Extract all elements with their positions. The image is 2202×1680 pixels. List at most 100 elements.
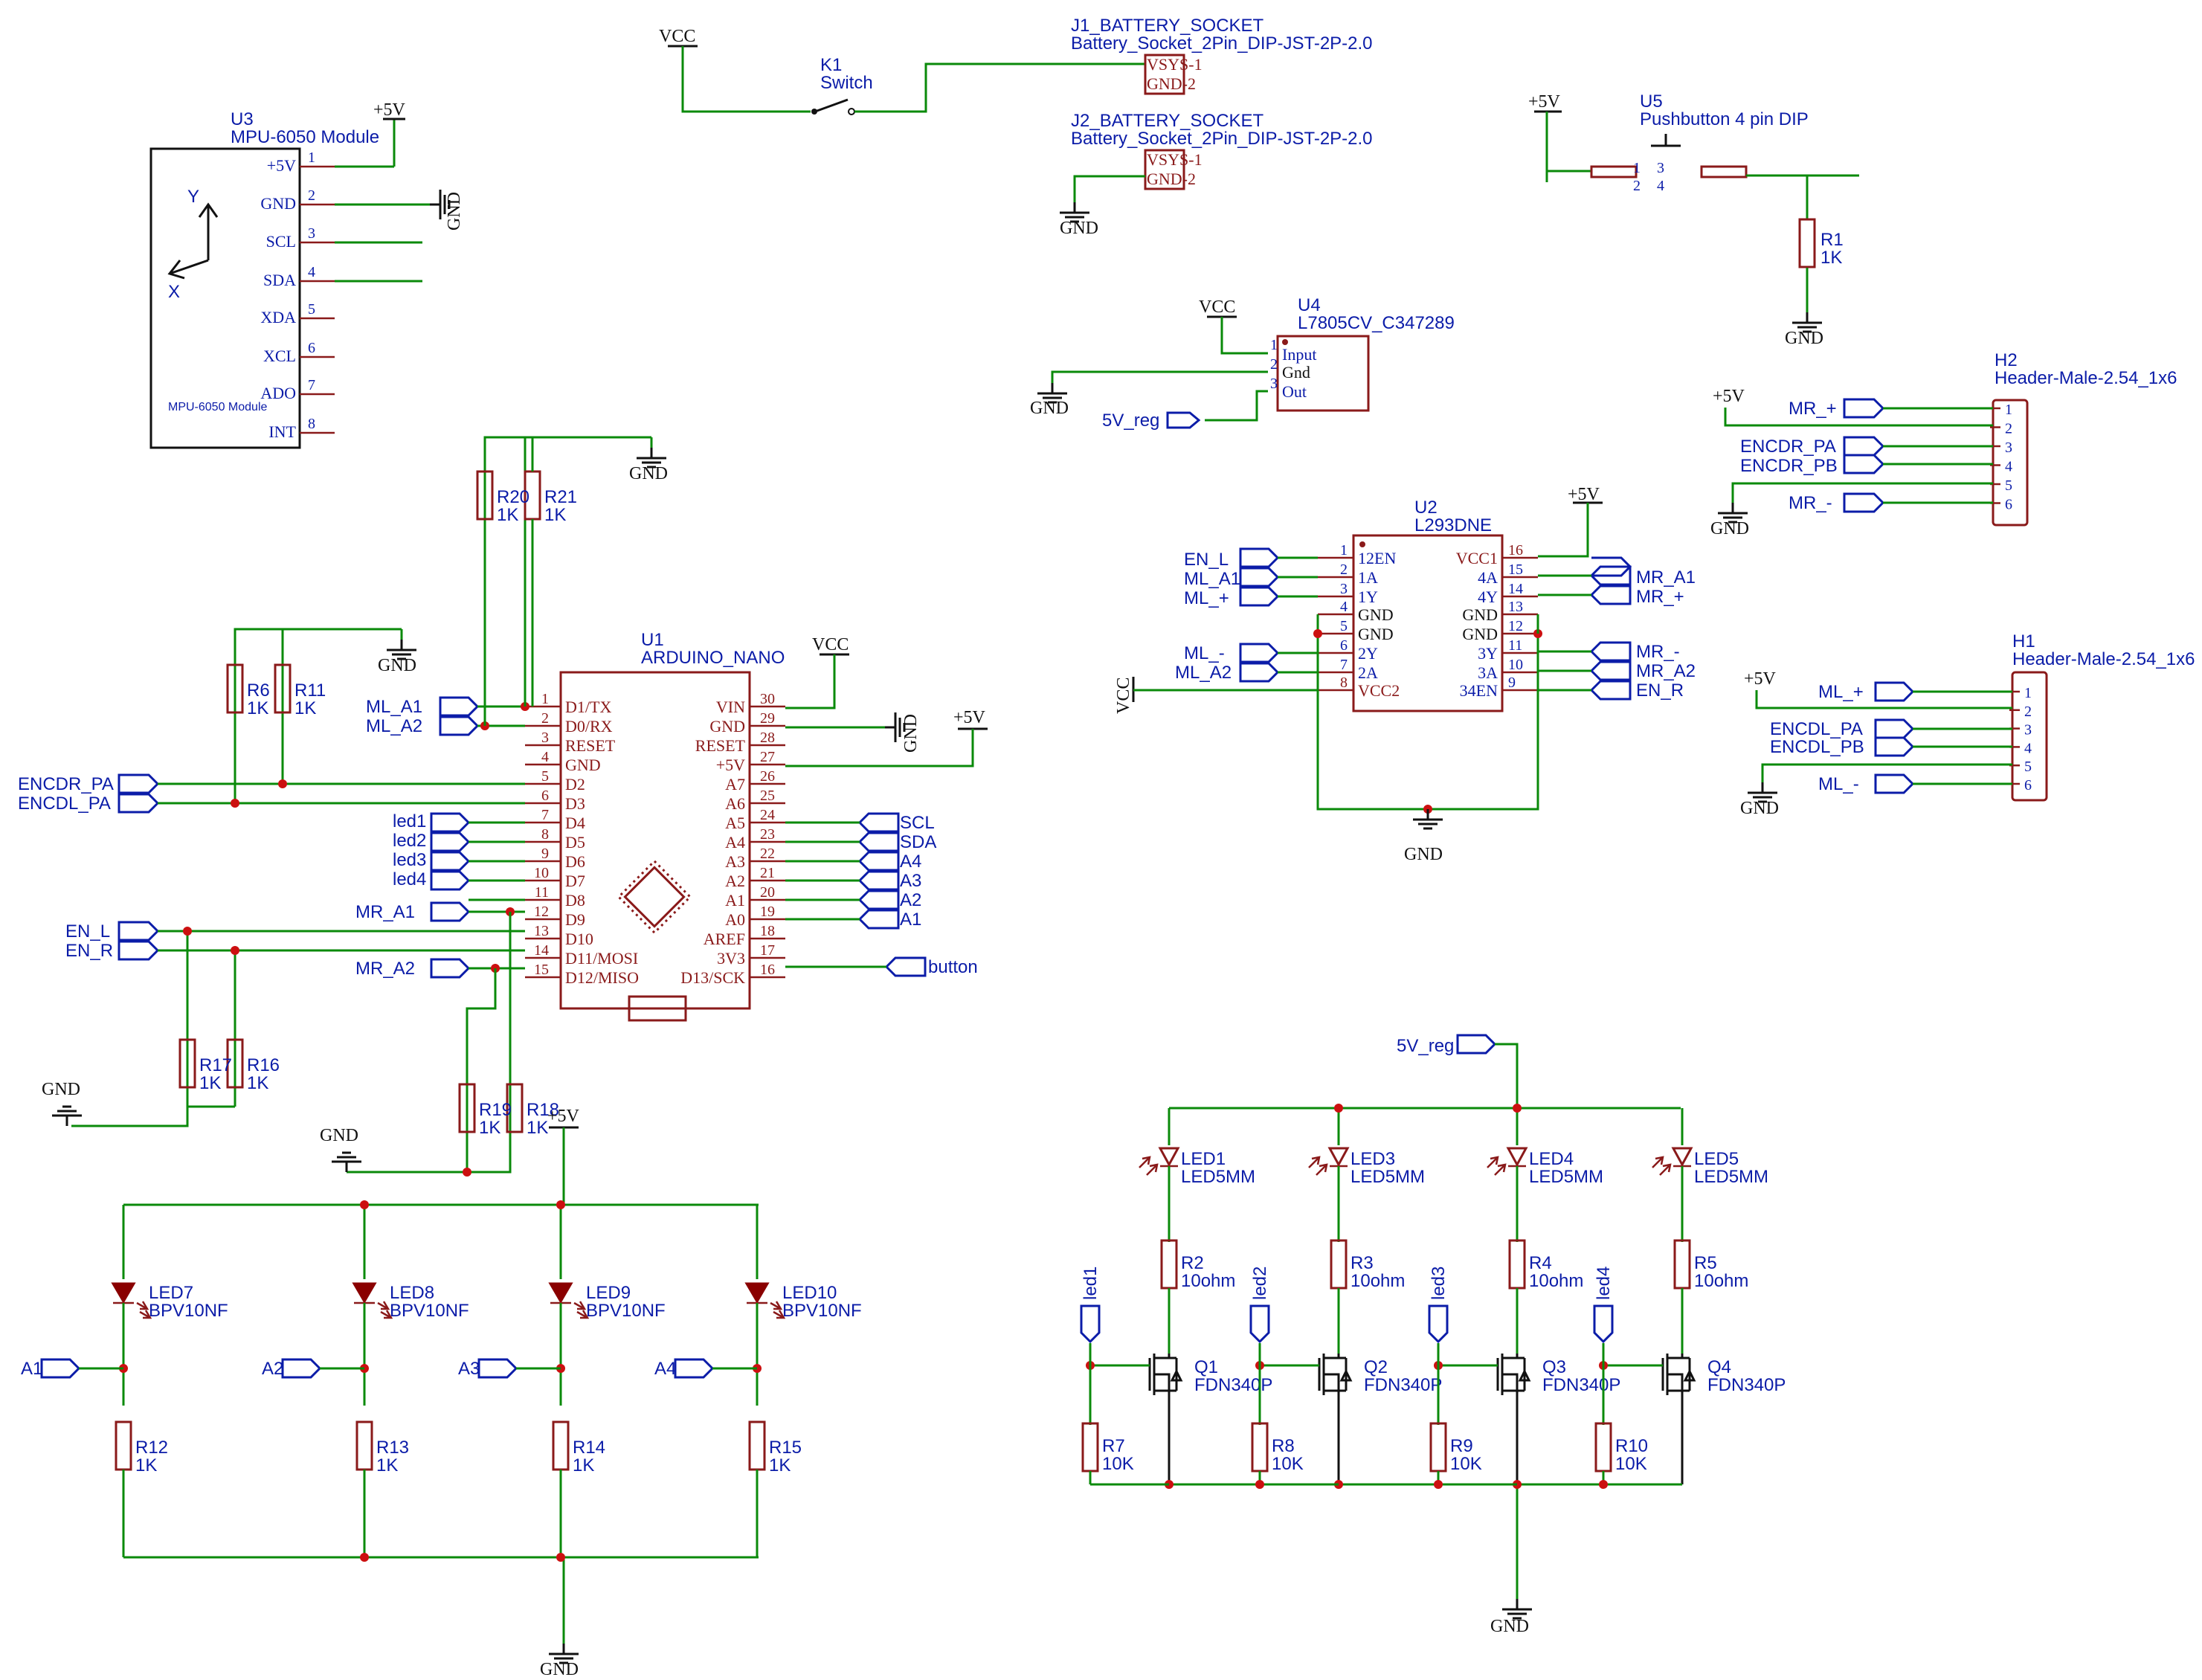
h1-encdl-pa: ENCDL_PA (1770, 719, 1863, 739)
r3-ref: R3 (1351, 1253, 1374, 1273)
led9-value: BPV10NF (586, 1301, 666, 1321)
u1-left-pin-num: 1 (541, 691, 549, 707)
u1-left-pin-name: D9 (565, 910, 585, 929)
u1-right-pin-num: 17 (760, 942, 775, 959)
u4-pin-gnd: Gnd (1282, 363, 1310, 382)
u1-right-pin-num: 19 (760, 904, 775, 920)
u3-pin-num: 3 (308, 225, 315, 242)
u3-gnd: GND (445, 192, 464, 231)
r8-ref: R8 (1272, 1436, 1295, 1456)
r15-value: 1K (769, 1455, 791, 1475)
r6r11-gnd: GND (378, 656, 416, 675)
r1-value: 1K (1820, 248, 1842, 268)
led-driver-array: 5V_reg GND LED1LED5MMR210ohmQ1FDN340Pled… (1080, 1034, 1786, 1636)
led3-ref: LED3 (1351, 1149, 1395, 1169)
u1-right-pin-num: 25 (760, 788, 775, 804)
u1-led4: led4 (393, 869, 426, 889)
u3-pin-num: 4 (308, 264, 315, 280)
u2-left-pin-name: VCC2 (1358, 681, 1400, 700)
u2-right-pin-name: 3A (1478, 663, 1498, 682)
u3-pin-name: SCL (266, 232, 296, 251)
v5reg-label-shape (1166, 411, 1201, 429)
u1-right-pin-num: 27 (760, 749, 775, 765)
u2-right-pin-num: 13 (1508, 599, 1523, 615)
r3-value: 10ohm (1351, 1271, 1405, 1291)
q4-ref: Q4 (1707, 1357, 1731, 1377)
u3-pin-name: XCL (263, 347, 296, 365)
u1-p5v: +5V (953, 708, 986, 727)
r4-value: 10ohm (1529, 1271, 1583, 1291)
u2-left-pin-num: 1 (1340, 542, 1348, 559)
u3-pin-num: 8 (308, 416, 315, 432)
u1-en-l: EN_L (65, 921, 110, 942)
u1-left-pin-name: D4 (565, 814, 585, 832)
u1-scl: SCL (900, 813, 935, 833)
h1-p5v: +5V (1744, 669, 1777, 689)
u5-p5v: +5V (1528, 92, 1561, 112)
u2-left-pin-num: 2 (1340, 561, 1348, 578)
r17r16-gnd: GND (42, 1080, 80, 1099)
svg-text:2: 2 (1633, 178, 1641, 194)
q2-value: FDN340P (1364, 1375, 1442, 1395)
u5-value: Pushbutton 4 pin DIP (1640, 109, 1809, 129)
h1-pin-num: 5 (2024, 759, 2032, 775)
u2-right-pin-num: 10 (1508, 657, 1523, 673)
j2-ref: J2_BATTERY_SOCKET (1071, 111, 1264, 131)
u2-right-pin-num: 9 (1508, 675, 1516, 691)
svg-text:1: 1 (1633, 160, 1641, 176)
led10-ref: LED10 (782, 1283, 837, 1303)
u1-left-pin-name: D8 (565, 891, 585, 910)
u2-gnd: GND (1404, 845, 1443, 864)
u2-left-pin-num: 4 (1340, 599, 1348, 615)
u1-right-pin-name: A1 (725, 891, 745, 910)
u1-right-pin-name: VIN (716, 698, 745, 716)
svg-text:3: 3 (1657, 160, 1664, 176)
r18-value: 1K (527, 1118, 548, 1138)
r16-ref: R16 (247, 1055, 280, 1075)
u3-pin-name: GND (260, 194, 296, 213)
u1-left-pin-name: D3 (565, 794, 585, 813)
u1-left-pin-num: 4 (541, 749, 549, 765)
u1-right-pin-name: D13/SCK (680, 968, 745, 987)
u2-left-pin-num: 3 (1340, 581, 1348, 597)
ir-sensor-array: +5V GND A1LED7BPV10NFR121KA2LED8BPV10NFR… (21, 1107, 862, 1679)
u1-left-pin-num: 13 (534, 923, 549, 939)
svg-text:2: 2 (1270, 356, 1278, 373)
u1-right-pin-name: A0 (725, 910, 745, 929)
u2-left-pin-num: 8 (1340, 675, 1348, 691)
drv-gnd: GND (1490, 1617, 1529, 1636)
h1-header: H1 Header-Male-2.54_1x6 123456 +5V ML_+ … (1740, 631, 2195, 818)
r19-value: 1K (479, 1118, 500, 1138)
u2-left-pin-name: GND (1358, 625, 1394, 643)
u2-ml-plus: ML_+ (1184, 588, 1229, 608)
u2-right-pin-num: 14 (1508, 581, 1523, 597)
h2-p5v: +5V (1713, 387, 1745, 406)
u1-right-pin-name: A2 (725, 872, 745, 890)
u1-right-pin-num: 21 (760, 865, 775, 881)
u2-right-pin-name: GND (1462, 605, 1498, 624)
u3-pin-name: ADO (260, 384, 296, 402)
u2-right-pin-num: 11 (1508, 637, 1522, 654)
u1-value: ARDUINO_NANO (641, 648, 785, 668)
u2-right-pin-name: VCC1 (1456, 549, 1498, 567)
r7-value: 10K (1102, 1454, 1134, 1474)
h1-pin-num: 4 (2024, 740, 2032, 756)
h1-value: Header-Male-2.54_1x6 (2012, 649, 2195, 669)
r20-ref: R20 (497, 487, 529, 507)
u1-ml-a1: ML_A1 (366, 697, 422, 717)
r8-value: 10K (1272, 1454, 1304, 1474)
u2-right-pin-num: 15 (1508, 561, 1523, 578)
r17-ref: R17 (199, 1055, 232, 1075)
r12-ref: R12 (135, 1438, 168, 1458)
ir-gnd: GND (540, 1660, 579, 1679)
u3-5v: +5V (373, 100, 406, 120)
drv-net-led3: led3 (1429, 1267, 1449, 1300)
r16-value: 1K (247, 1073, 268, 1093)
r2-value: 10ohm (1181, 1271, 1235, 1291)
u1-right-pin-name: RESET (695, 736, 746, 755)
j2-pin2: GND-2 (1147, 170, 1196, 188)
h2-encdr-pa: ENCDR_PA (1740, 437, 1836, 457)
u3-axis-y: Y (187, 187, 199, 207)
j1-pin1: VSYS-1 (1147, 55, 1203, 74)
u1-button: button (928, 957, 978, 977)
